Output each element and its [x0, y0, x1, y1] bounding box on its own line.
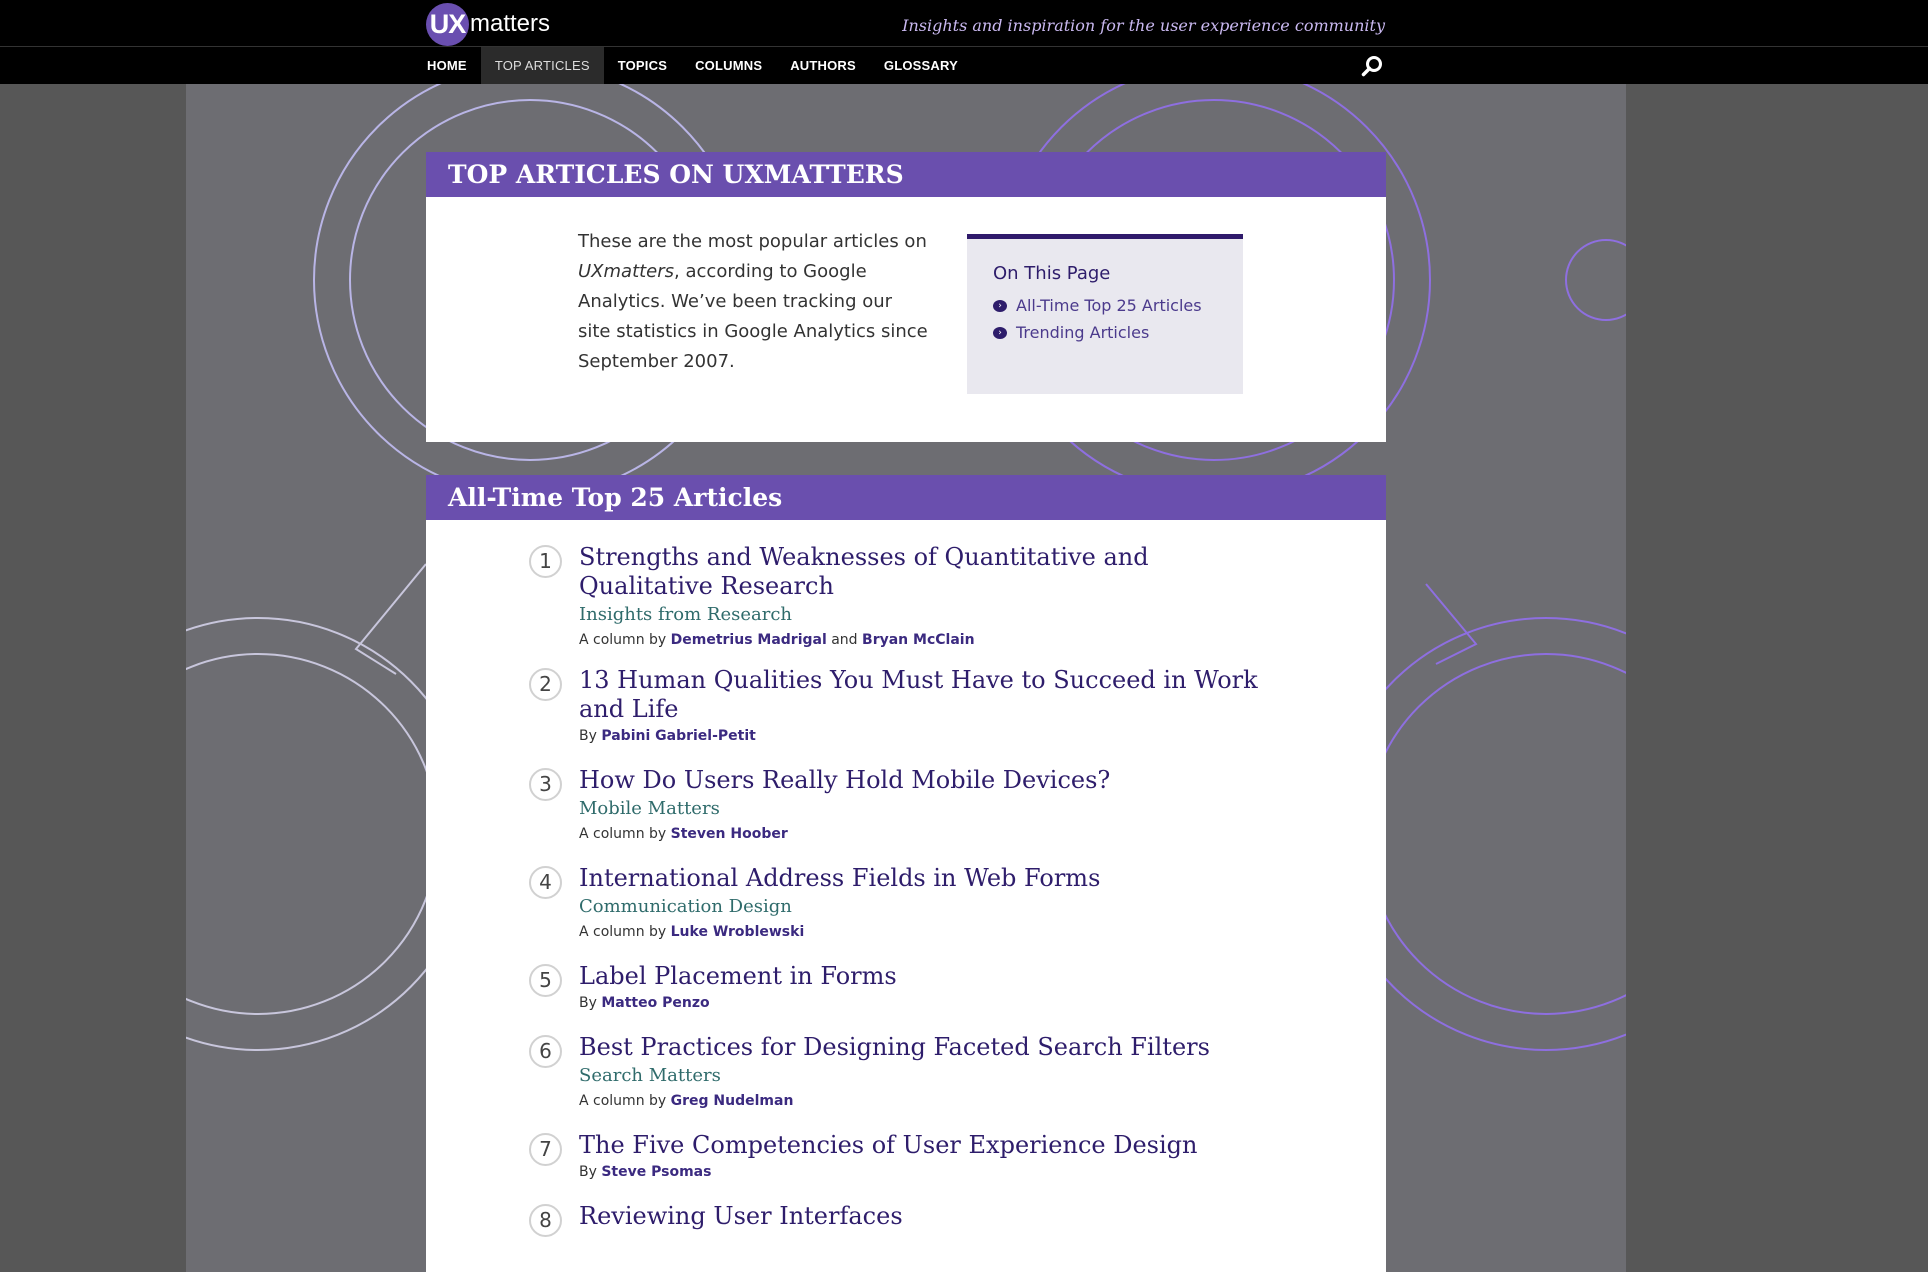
nav-item-home[interactable]: HOME	[413, 47, 481, 84]
intro-paragraph: These are the most popular articles on U…	[578, 227, 928, 377]
author-link[interactable]: Luke Wroblewski	[671, 924, 805, 940]
author-link[interactable]: Demetrius Madrigal	[671, 632, 827, 648]
article-column-link[interactable]: Search Matters	[579, 1063, 1289, 1089]
on-this-page-heading: On This Page	[993, 263, 1111, 284]
article-rank: 2	[529, 668, 562, 701]
article-byline: By Pabini Gabriel-Petit	[579, 726, 1289, 746]
article-rank: 7	[529, 1133, 562, 1166]
article-item: 1 Strengths and Weaknesses of Quantitativ…	[529, 543, 1289, 650]
byline-prefix: By	[579, 995, 602, 1011]
article-rank: 6	[529, 1035, 562, 1068]
article-column-link[interactable]: Mobile Matters	[579, 796, 1289, 822]
byline-prefix: A column by	[579, 1093, 671, 1109]
article-title-link[interactable]: 13 Human Qualities You Must Have to Succ…	[579, 666, 1289, 724]
article-column-link[interactable]: Communication Design	[579, 894, 1289, 920]
nav-item-topics[interactable]: TOPICS	[604, 47, 681, 84]
on-this-page-link-trending[interactable]: › Trending Articles	[993, 321, 1217, 345]
article-rank: 4	[529, 866, 562, 899]
on-this-page-link-label: Trending Articles	[1016, 323, 1150, 342]
search-icon[interactable]	[1361, 55, 1383, 77]
author-link[interactable]: Matteo Penzo	[601, 995, 709, 1011]
author-link[interactable]: Greg Nudelman	[671, 1093, 794, 1109]
arrow-circle-icon: ›	[993, 327, 1007, 339]
article-item: 5 Label Placement in Forms By Matteo Penzo	[529, 962, 1289, 1013]
article-title-link[interactable]: Label Placement in Forms	[579, 962, 1289, 991]
section-heading-top25: All-Time Top 25 Articles	[426, 475, 1386, 520]
nav-item-glossary[interactable]: GLOSSARY	[870, 47, 972, 84]
author-link[interactable]: Bryan McClain	[862, 632, 975, 648]
article-byline: A column by Steven Hoober	[579, 824, 1289, 844]
byline-prefix: By	[579, 1164, 602, 1180]
article-item: 4 International Address Fields in Web For…	[529, 864, 1289, 942]
article-byline: A column by Demetrius Madrigal and Bryan…	[579, 630, 1289, 650]
article-item: 2 13 Human Qualities You Must Have to Suc…	[529, 666, 1289, 746]
article-title-link[interactable]: Reviewing User Interfaces	[579, 1202, 1289, 1231]
logo-word: matters	[470, 10, 551, 37]
intro-text-site-name: UXmatters	[578, 261, 675, 282]
byline-prefix: A column by	[579, 826, 671, 842]
site-tagline: Insights and inspiration for the user ex…	[902, 16, 1385, 35]
arrow-circle-icon: ›	[993, 300, 1007, 312]
author-link[interactable]: Steven Hoober	[671, 826, 788, 842]
article-item: 3 How Do Users Really Hold Mobile Devices…	[529, 766, 1289, 844]
author-link[interactable]: Pabini Gabriel-Petit	[601, 728, 756, 744]
article-title-link[interactable]: Best Practices for Designing Faceted Sea…	[579, 1033, 1289, 1062]
site-header: UX matters Insights and inspiration for …	[0, 0, 1928, 47]
article-item: 7 The Five Competencies of User Experienc…	[529, 1131, 1289, 1182]
byline-prefix: By	[579, 728, 602, 744]
on-this-page-link-top25[interactable]: › All-Time Top 25 Articles	[993, 294, 1217, 318]
byline-joiner: and	[826, 632, 863, 648]
article-rank: 3	[529, 768, 562, 801]
main-nav: HOME TOP ARTICLES TOPICS COLUMNS AUTHORS…	[413, 47, 972, 84]
article-title-link[interactable]: International Address Fields in Web Form…	[579, 864, 1289, 893]
author-link[interactable]: Steve Psomas	[601, 1164, 711, 1180]
article-byline: A column by Luke Wroblewski	[579, 922, 1289, 942]
nav-item-authors[interactable]: AUTHORS	[776, 47, 870, 84]
article-title-link[interactable]: Strengths and Weaknesses of Quantitative…	[579, 543, 1289, 601]
article-item: 8 Reviewing User Interfaces	[529, 1202, 1289, 1237]
article-byline: A column by Greg Nudelman	[579, 1091, 1289, 1111]
article-item: 6 Best Practices for Designing Faceted Se…	[529, 1033, 1289, 1111]
logo-mark: UX	[426, 2, 469, 46]
byline-prefix: A column by	[579, 632, 671, 648]
main-nav-bar: HOME TOP ARTICLES TOPICS COLUMNS AUTHORS…	[0, 47, 1928, 84]
article-rank: 8	[529, 1204, 562, 1237]
article-rank: 5	[529, 964, 562, 997]
top25-article-list: 1 Strengths and Weaknesses of Quantitativ…	[529, 543, 1289, 1251]
page-title: TOP ARTICLES ON UXMATTERS	[426, 152, 1386, 197]
intro-panel: TOP ARTICLES ON UXMATTERS These are the …	[426, 152, 1386, 442]
article-byline: By Steve Psomas	[579, 1162, 1289, 1182]
article-byline: By Matteo Penzo	[579, 993, 1289, 1013]
article-column-link[interactable]: Insights from Research	[579, 602, 1289, 628]
on-this-page-link-label: All-Time Top 25 Articles	[1016, 296, 1202, 315]
nav-item-columns[interactable]: COLUMNS	[681, 47, 776, 84]
top25-panel: All-Time Top 25 Articles 1 Strengths and …	[426, 475, 1386, 1272]
article-rank: 1	[529, 545, 562, 578]
article-title-link[interactable]: The Five Competencies of User Experience…	[579, 1131, 1289, 1160]
nav-item-top-articles[interactable]: TOP ARTICLES	[480, 47, 604, 84]
site-logo[interactable]: UX matters	[426, 2, 551, 46]
intro-text-start: These are the most popular articles on	[578, 231, 927, 252]
on-this-page-box: On This Page › All-Time Top 25 Articles …	[967, 234, 1243, 394]
article-title-link[interactable]: How Do Users Really Hold Mobile Devices?	[579, 766, 1289, 795]
byline-prefix: A column by	[579, 924, 671, 940]
